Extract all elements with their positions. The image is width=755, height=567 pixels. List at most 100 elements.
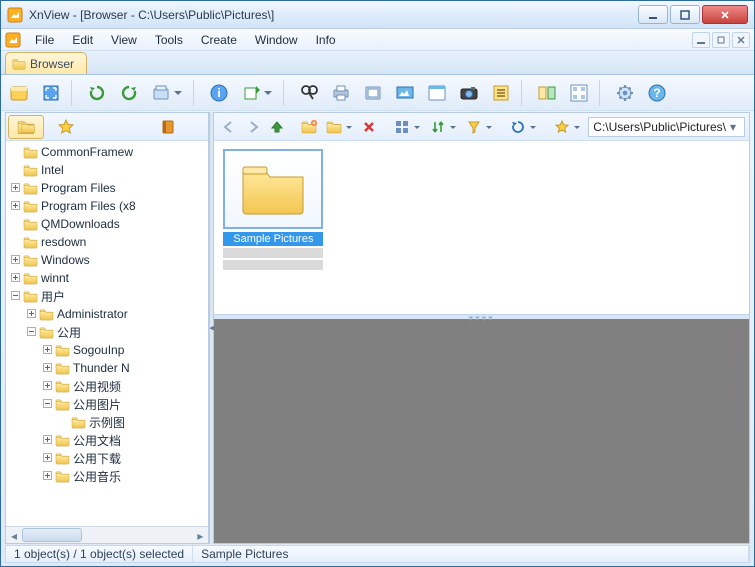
- tree-node[interactable]: winnt: [6, 269, 208, 287]
- tree-node-label: 公用音乐: [73, 468, 125, 485]
- tree-node-label: Program Files (x8: [41, 199, 140, 213]
- back-button[interactable]: [218, 116, 240, 138]
- rotate-cw-button[interactable]: [115, 79, 143, 107]
- tree-node[interactable]: 示例图: [6, 413, 208, 431]
- menu-create[interactable]: Create: [193, 31, 245, 49]
- tree-node[interactable]: Program Files (x8: [6, 197, 208, 215]
- tree-node[interactable]: Windows: [6, 251, 208, 269]
- close-button[interactable]: [702, 5, 748, 24]
- preview-pane[interactable]: ▾▾▾▾: [214, 315, 749, 543]
- scroll-right-arrow[interactable]: ▸: [192, 527, 208, 544]
- tree-node[interactable]: resdown: [6, 233, 208, 251]
- tab-browser[interactable]: Browser: [5, 52, 87, 74]
- menu-view[interactable]: View: [103, 31, 145, 49]
- convert-button[interactable]: [237, 79, 277, 107]
- collapse-icon[interactable]: [8, 290, 22, 303]
- menu-tools[interactable]: Tools: [147, 31, 191, 49]
- thumb-sample-pictures[interactable]: Sample Pictures: [222, 149, 324, 270]
- filter-button[interactable]: [462, 116, 496, 138]
- tab-folders[interactable]: [8, 115, 44, 139]
- tree-node-label: 公用图片: [73, 396, 125, 413]
- expand-icon[interactable]: [40, 470, 54, 483]
- refresh-button[interactable]: [506, 116, 540, 138]
- delete-button[interactable]: [358, 116, 380, 138]
- tree-node[interactable]: 用户: [6, 287, 208, 305]
- tree-node[interactable]: QMDownloads: [6, 215, 208, 233]
- tree-node[interactable]: Program Files: [6, 179, 208, 197]
- tree-node[interactable]: CommonFramew: [6, 143, 208, 161]
- mdi-minimize-button[interactable]: [692, 32, 710, 48]
- tree-node[interactable]: Intel: [6, 161, 208, 179]
- menu-file[interactable]: File: [27, 31, 62, 49]
- fullscreen-button[interactable]: [37, 79, 65, 107]
- tree-node[interactable]: Administrator: [6, 305, 208, 323]
- expand-icon[interactable]: [8, 200, 22, 213]
- scroll-thumb[interactable]: [22, 528, 82, 542]
- rotate-ccw-button[interactable]: [83, 79, 111, 107]
- view-mode-button[interactable]: [390, 116, 424, 138]
- open-button[interactable]: [5, 79, 33, 107]
- print-button[interactable]: [327, 79, 355, 107]
- slideshow-button[interactable]: [391, 79, 419, 107]
- expand-icon[interactable]: [40, 362, 54, 375]
- tree-h-scrollbar[interactable]: ◂ ▸: [6, 526, 208, 543]
- tree-node[interactable]: 公用文档: [6, 431, 208, 449]
- expand-icon[interactable]: [8, 272, 22, 285]
- expand-icon[interactable]: [40, 380, 54, 393]
- tree-node-label: 用户: [41, 288, 69, 305]
- search-button[interactable]: [295, 79, 323, 107]
- menu-info[interactable]: Info: [308, 31, 344, 49]
- expand-icon[interactable]: [24, 308, 38, 321]
- favorites-button[interactable]: [550, 116, 584, 138]
- info-button[interactable]: i: [205, 79, 233, 107]
- expand-icon[interactable]: [40, 344, 54, 357]
- compare-button[interactable]: [533, 79, 561, 107]
- folder-tree[interactable]: CommonFramewIntelProgram Files Program Fi…: [6, 141, 208, 526]
- expand-icon[interactable]: [40, 434, 54, 447]
- acquire-button[interactable]: [147, 79, 187, 107]
- scan-button[interactable]: [359, 79, 387, 107]
- tree-node[interactable]: 公用下载: [6, 449, 208, 467]
- copy-to-button[interactable]: [322, 116, 356, 138]
- tree-node[interactable]: 公用: [6, 323, 208, 341]
- collapse-icon[interactable]: [40, 398, 54, 411]
- new-folder-button[interactable]: [298, 116, 320, 138]
- minimize-button[interactable]: [638, 5, 668, 24]
- address-bar[interactable]: C:\Users\Public\Pictures\ ▾: [588, 117, 745, 137]
- mdi-close-button[interactable]: [732, 32, 750, 48]
- folder-icon: [23, 200, 38, 213]
- tree-node[interactable]: Thunder N: [6, 359, 208, 377]
- folder-icon: [55, 470, 70, 483]
- scroll-left-arrow[interactable]: ◂: [6, 527, 22, 544]
- tab-categories[interactable]: [150, 115, 186, 139]
- tree-node[interactable]: 公用音乐: [6, 467, 208, 485]
- grid-icon: [395, 120, 409, 134]
- up-button[interactable]: [266, 116, 288, 138]
- titlebar[interactable]: XnView - [Browser - C:\Users\Public\Pict…: [1, 1, 754, 29]
- options-button[interactable]: [487, 79, 515, 107]
- help-button[interactable]: ?: [643, 79, 671, 107]
- separator: [283, 80, 289, 106]
- tab-favorites[interactable]: [48, 115, 84, 139]
- maximize-button[interactable]: [670, 5, 700, 24]
- thumbnail-pane[interactable]: Sample Pictures: [214, 141, 749, 315]
- webpage-button[interactable]: [423, 79, 451, 107]
- menu-edit[interactable]: Edit: [64, 31, 101, 49]
- expand-icon[interactable]: [8, 182, 22, 195]
- thumb-meta-1: [223, 248, 323, 258]
- sort-button[interactable]: [426, 116, 460, 138]
- forward-button[interactable]: [242, 116, 264, 138]
- address-dropdown-icon[interactable]: ▾: [726, 120, 740, 134]
- expand-icon[interactable]: [8, 254, 22, 267]
- tree-node[interactable]: SogouInp: [6, 341, 208, 359]
- contact-sheet-button[interactable]: [565, 79, 593, 107]
- mdi-restore-button[interactable]: [712, 32, 730, 48]
- tree-node[interactable]: 公用视频: [6, 377, 208, 395]
- menu-window[interactable]: Window: [247, 31, 306, 49]
- settings-button[interactable]: [611, 79, 639, 107]
- expand-icon[interactable]: [40, 452, 54, 465]
- splitter-grip[interactable]: ▾▾▾▾: [469, 313, 495, 324]
- capture-button[interactable]: [455, 79, 483, 107]
- tree-node[interactable]: 公用图片: [6, 395, 208, 413]
- collapse-icon[interactable]: [24, 326, 38, 339]
